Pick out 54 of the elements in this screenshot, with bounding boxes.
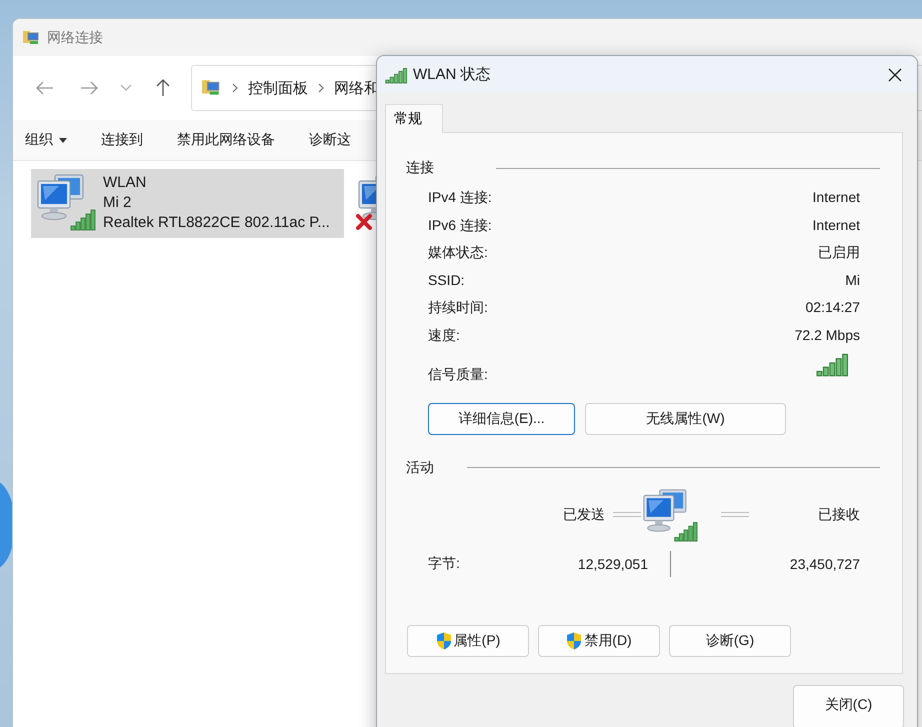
chevron-icon [232, 83, 238, 93]
field-label: 速度: [428, 326, 461, 344]
shield-icon [436, 632, 452, 650]
window-title: 网络连接 [47, 28, 103, 46]
section-heading: 连接 [406, 159, 434, 177]
network-computers-icon [641, 486, 699, 542]
tab[interactable]: 常规 [385, 104, 443, 133]
field-value: 02:14:27 [804, 298, 860, 317]
field-label: IPv6 连接: [428, 216, 493, 234]
dialog-button[interactable]: 详细信息(E)... [428, 402, 575, 434]
network-name: Mi 2 [103, 193, 132, 213]
field-value: Internet [812, 188, 860, 207]
field-label: 信号质量: [428, 365, 489, 384]
close-dialog-button[interactable]: 关闭(C) [793, 685, 904, 727]
back-arrow-icon [36, 81, 54, 95]
field-label: 媒体状态: [428, 243, 489, 262]
breadcrumb-item[interactable]: 控制面板 [248, 78, 308, 98]
dialog-button[interactable]: 诊断(G) [669, 624, 791, 656]
sent-label: 已发送 [562, 506, 605, 524]
shield-icon [566, 632, 582, 650]
field-label: SSID: [428, 270, 466, 290]
chevron-down-icon [120, 84, 132, 91]
signal-strength-icon [816, 351, 848, 377]
forward-arrow-icon [80, 81, 98, 95]
section-heading: 活动 [406, 458, 434, 476]
toolbar-button[interactable]: 连接到 [101, 125, 143, 155]
connection-name: WLAN [103, 173, 148, 193]
toolbar-button[interactable]: 组织 [25, 125, 67, 155]
dialog-title: WLAN 状态 [413, 65, 492, 84]
chevron-icon [318, 83, 324, 93]
bytes-label: 字节: [428, 554, 461, 572]
field-label: IPv4 连接: [428, 188, 493, 207]
field-label: 持续时间: [428, 298, 489, 317]
received-bytes: 23,450,727 [788, 556, 860, 572]
connection-item[interactable]: WLAN Mi 2 Realtek RTL8822CE 802.11ac P... [31, 169, 344, 238]
received-label: 已接收 [817, 506, 860, 524]
field-value: Internet [812, 216, 860, 234]
sent-bytes: 12,529,051 [576, 556, 648, 572]
field-value: 已启用 [817, 243, 860, 262]
signal-icon [385, 66, 407, 84]
dialog-button[interactable]: 禁用(D) [538, 624, 660, 656]
network-computers-icon [35, 172, 97, 232]
up-arrow-icon [156, 79, 170, 97]
close-icon [888, 68, 902, 82]
network-folder-icon [202, 79, 222, 97]
toolbar-button[interactable]: 诊断这 [309, 125, 351, 155]
field-value: 72.2 Mbps [794, 326, 860, 345]
network-folder-icon [23, 30, 41, 46]
field-value: Mi [844, 270, 860, 290]
dialog-button[interactable]: 无线属性(W) [585, 402, 786, 434]
adapter-name: Realtek RTL8822CE 802.11ac P... [103, 213, 330, 233]
dialog-button[interactable]: 属性(P) [407, 624, 529, 656]
dropdown-arrow-icon [59, 138, 67, 142]
toolbar-button[interactable]: 禁用此网络设备 [177, 125, 275, 155]
